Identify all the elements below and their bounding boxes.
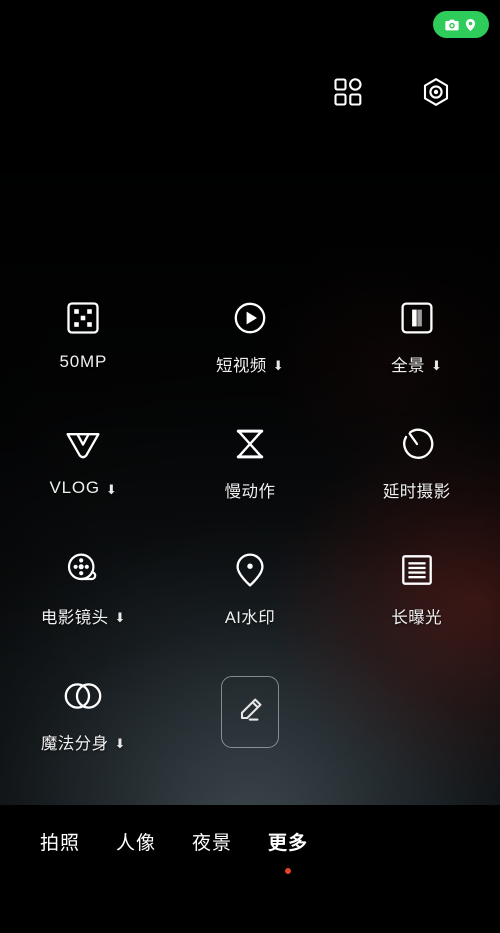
mode-item-ai-watermark[interactable]: AI水印 (167, 550, 334, 676)
mode-label: 短视频 (216, 357, 267, 375)
mode-item-movie-lens[interactable]: 电影镜头 ⬇ (0, 550, 167, 676)
more-modes-grid: 50MP 短视频 ⬇ 全景 ⬇ VLOG ⬇ 慢动作 延时摄影 电影镜头 ⬇ A… (0, 136, 500, 805)
location-pin-icon (463, 17, 478, 33)
tab-active-dot (285, 868, 292, 874)
camera-icon (444, 17, 460, 33)
tab-portrait[interactable]: 人像 (98, 833, 174, 874)
grid-filters-icon (333, 77, 363, 112)
mode-row: 电影镜头 ⬇ AI水印 长曝光 (0, 550, 500, 676)
mode-label: VLOG (49, 478, 100, 497)
mode-cell-empty (333, 676, 500, 802)
privacy-indicator-pill (433, 11, 489, 38)
download-badge-icon: ⬇ (272, 357, 284, 373)
tab-label: 人像 (116, 833, 157, 854)
mode-label-row: AI水印 (225, 604, 275, 628)
mode-label: 慢动作 (224, 483, 276, 501)
download-badge-icon: ⬇ (430, 357, 443, 373)
tab-more[interactable]: 更多 (250, 833, 326, 874)
mode-label-row: 短视频 ⬇ (216, 352, 284, 376)
mode-label-row: 长曝光 (391, 604, 442, 628)
vlog-v-icon (64, 424, 102, 464)
mode-label-row: 魔法分身 ⬇ (41, 730, 126, 754)
mode-label: AI水印 (224, 609, 276, 627)
mode-item-slow-motion[interactable]: 慢动作 (167, 424, 334, 550)
panorama-icon (400, 298, 434, 338)
mode-item-50mp[interactable]: 50MP (0, 298, 167, 424)
sensor-grid-icon (66, 298, 100, 338)
download-badge-icon: ⬇ (114, 609, 126, 625)
mode-label-row: VLOG ⬇ (49, 478, 117, 498)
download-badge-icon: ⬇ (114, 735, 126, 751)
play-circle-icon (233, 298, 267, 338)
mode-item-panorama[interactable]: 全景 ⬇ (333, 298, 500, 424)
tab-photo[interactable]: 拍照 (22, 833, 98, 874)
mode-label-row: 慢动作 (225, 478, 276, 502)
mode-label-row: 全景 ⬇ (391, 352, 442, 376)
mode-row: VLOG ⬇ 慢动作 延时摄影 (0, 424, 500, 550)
mode-label: 全景 (391, 357, 425, 375)
long-exposure-icon (401, 550, 433, 590)
tab-night[interactable]: 夜景 (174, 833, 250, 874)
mode-tab-strip: 拍照 人像 夜景 更多 (0, 805, 500, 874)
mode-label: 延时摄影 (382, 483, 451, 501)
film-reel-icon (65, 550, 101, 590)
download-badge-icon: ⬇ (105, 481, 118, 497)
mode-label: 50MP (59, 352, 108, 371)
overlapping-circles-icon (63, 676, 103, 716)
status-bar (0, 0, 500, 52)
timelapse-clock-icon (400, 424, 434, 464)
mode-label: 长曝光 (391, 609, 443, 627)
edit-modes-button[interactable] (221, 676, 279, 748)
tab-label: 拍照 (40, 833, 81, 854)
mode-label-row: 电影镜头 ⬇ (41, 604, 126, 628)
tab-label: 夜景 (192, 833, 233, 854)
mode-label-row: 50MP (60, 352, 108, 372)
camera-bottom-bar: 拍照 人像 夜景 更多 (0, 805, 500, 933)
mode-item-timelapse[interactable]: 延时摄影 (333, 424, 500, 550)
settings-button[interactable] (414, 72, 458, 116)
tab-label: 更多 (268, 833, 309, 854)
hourglass-icon (234, 424, 266, 464)
mode-item-magic-clone[interactable]: 魔法分身 ⬇ (0, 676, 167, 802)
filters-button[interactable] (326, 72, 370, 116)
camera-app-screen: 50MP 短视频 ⬇ 全景 ⬇ VLOG ⬇ 慢动作 延时摄影 电影镜头 ⬇ A… (0, 0, 500, 933)
mode-label: 魔法分身 (40, 735, 109, 753)
mode-item-short-video[interactable]: 短视频 ⬇ (167, 298, 334, 424)
pencil-edit-icon (236, 696, 264, 729)
hexagon-aperture-icon (420, 76, 452, 113)
mode-label: 电影镜头 (40, 609, 109, 627)
mode-item-long-exposure[interactable]: 长曝光 (333, 550, 500, 676)
edit-modes-cell (167, 676, 334, 802)
mode-row: 魔法分身 ⬇ (0, 676, 500, 802)
camera-top-controls (0, 52, 500, 136)
mode-item-vlog[interactable]: VLOG ⬇ (0, 424, 167, 550)
mode-label-row: 延时摄影 (383, 478, 451, 502)
location-pin-icon (235, 550, 265, 590)
mode-row: 50MP 短视频 ⬇ 全景 ⬇ (0, 298, 500, 424)
